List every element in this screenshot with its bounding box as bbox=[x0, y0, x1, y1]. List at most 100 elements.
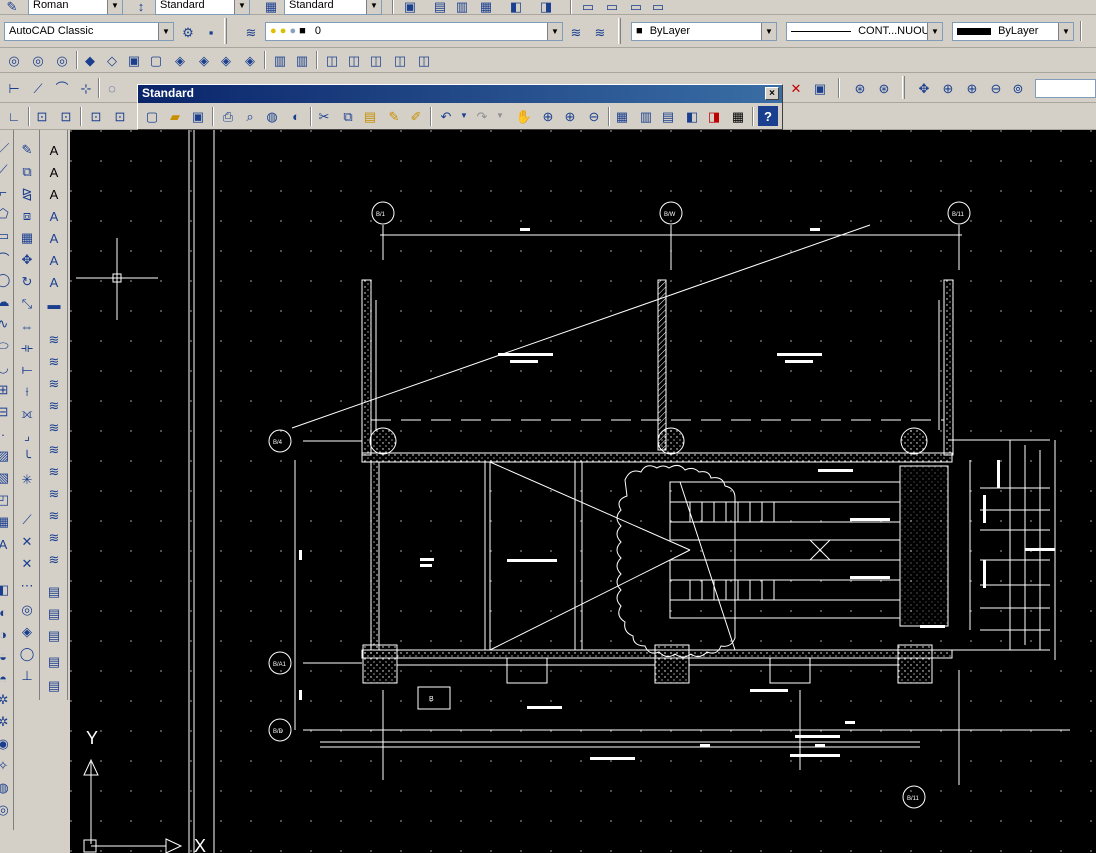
setup-view-icon[interactable]: ◫ bbox=[344, 50, 364, 70]
point-icon[interactable]: · bbox=[0, 424, 13, 444]
interfere-icon[interactable]: ◫ bbox=[322, 50, 342, 70]
polyline-icon[interactable]: ⌐ bbox=[0, 182, 13, 202]
justify-text-icon[interactable]: ▬ bbox=[44, 294, 64, 314]
slice-icon[interactable]: ▥ bbox=[270, 50, 290, 70]
color-select[interactable]: ■ ByLayer ▼ bbox=[631, 22, 777, 41]
join-icon[interactable]: ⟗ bbox=[17, 404, 37, 424]
solid-cone-icon[interactable]: ▣ bbox=[124, 50, 144, 70]
modify-8-icon[interactable]: ◉ bbox=[0, 734, 13, 754]
layer-4-icon[interactable]: ≋ bbox=[44, 396, 64, 416]
aligned-dimension-icon[interactable]: ⟋ bbox=[28, 78, 48, 98]
modify-3-icon[interactable]: ◑ bbox=[0, 624, 13, 644]
free-orbit-icon[interactable]: ⊛ bbox=[874, 78, 894, 98]
line-icon[interactable]: ／ bbox=[0, 138, 13, 158]
snap-quadrant-icon[interactable]: ◈ bbox=[17, 622, 37, 642]
circle-icon[interactable]: ◯ bbox=[0, 270, 13, 290]
open-icon[interactable]: ▰ bbox=[165, 106, 185, 126]
modify-1-icon[interactable]: ◧ bbox=[0, 580, 13, 600]
extend-icon[interactable]: ⟝ bbox=[17, 360, 37, 380]
view-3d-3-icon[interactable]: ◎ bbox=[52, 50, 72, 70]
save-icon[interactable]: ▣ bbox=[188, 106, 208, 126]
new-icon[interactable]: ▢ bbox=[142, 106, 162, 126]
ellipse-icon[interactable]: ⬭ bbox=[0, 336, 13, 356]
scale-text-icon[interactable]: A bbox=[44, 272, 64, 292]
zoom-realtime-2-icon[interactable]: ⊕ bbox=[538, 106, 558, 126]
tile-icon[interactable]: ▭ bbox=[602, 0, 622, 16]
ucs-face-icon[interactable]: ⊡ bbox=[86, 106, 106, 126]
array-icon[interactable]: ▦ bbox=[17, 228, 37, 248]
properties-icon[interactable]: ▣ bbox=[400, 0, 420, 16]
revision-cloud-icon[interactable]: ☁ bbox=[0, 292, 13, 312]
paste-icon[interactable]: ▤ bbox=[360, 106, 380, 126]
spell-check-icon[interactable]: A bbox=[44, 228, 64, 248]
ucs-world-icon[interactable]: ⊡ bbox=[32, 106, 52, 126]
markup-icon[interactable]: ◧ bbox=[506, 0, 526, 16]
snap-intersection-icon[interactable]: ✕ bbox=[17, 554, 37, 574]
dim-style-icon[interactable]: ↕ bbox=[131, 0, 151, 16]
ucs-object-icon[interactable]: ⊡ bbox=[110, 106, 130, 126]
markup-set-icon[interactable]: ◨ bbox=[704, 106, 724, 126]
zoom-window-2-icon[interactable]: ⊕ bbox=[560, 106, 580, 126]
layer-9-icon[interactable]: ≋ bbox=[44, 506, 64, 526]
modify-4-icon[interactable]: ◒ bbox=[0, 646, 13, 666]
dim-5-icon[interactable]: ▤ bbox=[44, 676, 64, 696]
quick-calc-icon[interactable]: ▦ bbox=[728, 106, 748, 126]
block-editor-icon[interactable]: ✐ bbox=[406, 106, 426, 126]
dim-1-icon[interactable]: ▤ bbox=[44, 582, 64, 602]
view-3d-2-icon[interactable]: ◎ bbox=[28, 50, 48, 70]
solid-cylinder-icon[interactable]: ◈ bbox=[170, 50, 190, 70]
text-style-2-icon[interactable]: A bbox=[44, 250, 64, 270]
help-icon[interactable]: ? bbox=[758, 106, 778, 126]
dim-2-icon[interactable]: ▤ bbox=[44, 604, 64, 624]
design-center-icon[interactable]: ▥ bbox=[452, 0, 472, 16]
solid-box-icon[interactable]: ◆ bbox=[80, 50, 100, 70]
mirror-icon[interactable]: ⧎ bbox=[17, 184, 37, 204]
fillet-icon[interactable]: ╰ bbox=[17, 448, 37, 468]
layer-8-icon[interactable]: ≋ bbox=[44, 484, 64, 504]
ucs-previous-icon[interactable]: ⊡ bbox=[56, 106, 76, 126]
dim-update-icon[interactable]: ▣ bbox=[810, 78, 830, 98]
construction-line-icon[interactable]: ⟋ bbox=[0, 160, 13, 180]
edit-text-icon[interactable]: A bbox=[44, 184, 64, 204]
setup-drawing-icon[interactable]: ◫ bbox=[366, 50, 386, 70]
spline-icon[interactable]: ∿ bbox=[0, 314, 13, 334]
layer-3-icon[interactable]: ≋ bbox=[44, 374, 64, 394]
solid-extrude-icon[interactable]: ◈ bbox=[216, 50, 236, 70]
design-center-2-icon[interactable]: ▥ bbox=[636, 106, 656, 126]
copy-icon[interactable]: ⧉ bbox=[17, 162, 37, 182]
ellipse-arc-icon[interactable]: ◡ bbox=[0, 358, 13, 378]
table-style-icon[interactable]: ▦ bbox=[261, 0, 281, 16]
arc-icon[interactable]: ⌒ bbox=[0, 248, 13, 268]
modify-2-icon[interactable]: ◐ bbox=[0, 602, 13, 622]
snap-tangent-icon[interactable]: ◯ bbox=[17, 644, 37, 664]
redo-icon[interactable]: ↷ bbox=[472, 106, 492, 126]
snap-midpoint-icon[interactable]: ✕ bbox=[17, 532, 37, 552]
zoom-realtime-icon[interactable]: ⊕ bbox=[938, 78, 958, 98]
snap-extension-icon[interactable]: ⋯ bbox=[17, 576, 37, 596]
text-style-icon[interactable]: ✎ bbox=[2, 0, 22, 16]
rectangle-icon[interactable]: ▭ bbox=[0, 226, 13, 246]
ucs-icon[interactable]: ∟ bbox=[4, 106, 24, 126]
layer-6-icon[interactable]: ≋ bbox=[44, 440, 64, 460]
zoom-window-icon[interactable]: ⊕ bbox=[962, 78, 982, 98]
sheet-set-icon[interactable]: ◧ bbox=[682, 106, 702, 126]
zoom-previous-icon[interactable]: ⊖ bbox=[986, 78, 1006, 98]
tool-palettes-icon[interactable]: ▤ bbox=[658, 106, 678, 126]
move-icon[interactable]: ✥ bbox=[17, 250, 37, 270]
setup-profile-icon[interactable]: ◫ bbox=[390, 50, 410, 70]
arc-length-icon[interactable]: ⌒ bbox=[52, 78, 72, 98]
find-text-icon[interactable]: A bbox=[44, 206, 64, 226]
pan-icon[interactable]: ✋ bbox=[514, 106, 534, 126]
hatch-icon[interactable]: ▨ bbox=[0, 446, 13, 466]
break-icon[interactable]: ⟊ bbox=[17, 382, 37, 402]
modify-11-icon[interactable]: ◎ bbox=[0, 800, 13, 820]
layer-11-icon[interactable]: ≋ bbox=[44, 550, 64, 570]
ordinate-dimension-icon[interactable]: ⊹ bbox=[76, 78, 96, 98]
redo-dropdown-icon[interactable]: ▼ bbox=[490, 106, 510, 126]
modify-7-icon[interactable]: ✲ bbox=[0, 712, 13, 732]
modify-5-icon[interactable]: ◓ bbox=[0, 668, 13, 688]
explode-icon[interactable]: ✳ bbox=[17, 470, 37, 490]
arrange-icon[interactable]: ▭ bbox=[648, 0, 668, 16]
offset-icon[interactable]: ⧈ bbox=[17, 206, 37, 226]
multiline-text-icon[interactable]: A bbox=[0, 534, 13, 554]
